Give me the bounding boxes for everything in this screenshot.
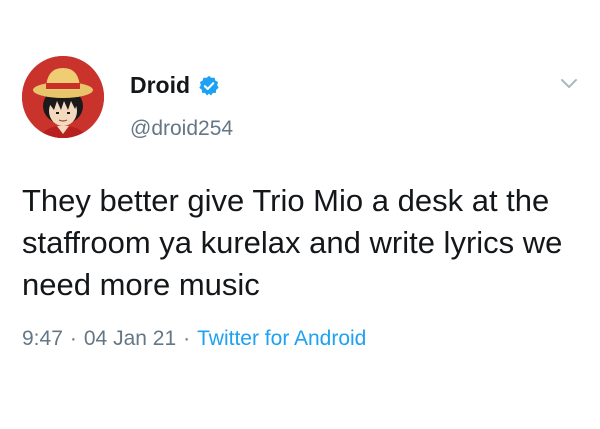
tweet-card: Droid @droid254 They better give Trio Mi… [0,0,600,429]
tweet-metadata: 9:47 · 04 Jan 21 · Twitter for Android [22,327,366,351]
author-name-row: Droid [130,72,220,99]
straw-hat-avatar-icon [22,56,104,138]
author-handle[interactable]: @droid254 [130,117,233,141]
avatar[interactable] [22,56,104,138]
tweet-time[interactable]: 9:47 [22,327,63,351]
meta-separator: · [69,327,77,350]
chevron-down-icon[interactable] [560,77,578,91]
tweet-source-link[interactable]: Twitter for Android [197,327,366,351]
meta-separator: · [183,327,191,350]
tweet-text: They better give Trio Mio a desk at the … [22,183,563,302]
tweet-date[interactable]: 04 Jan 21 [84,327,176,351]
verified-badge-icon [199,75,219,96]
author-display-name[interactable]: Droid [130,72,190,99]
